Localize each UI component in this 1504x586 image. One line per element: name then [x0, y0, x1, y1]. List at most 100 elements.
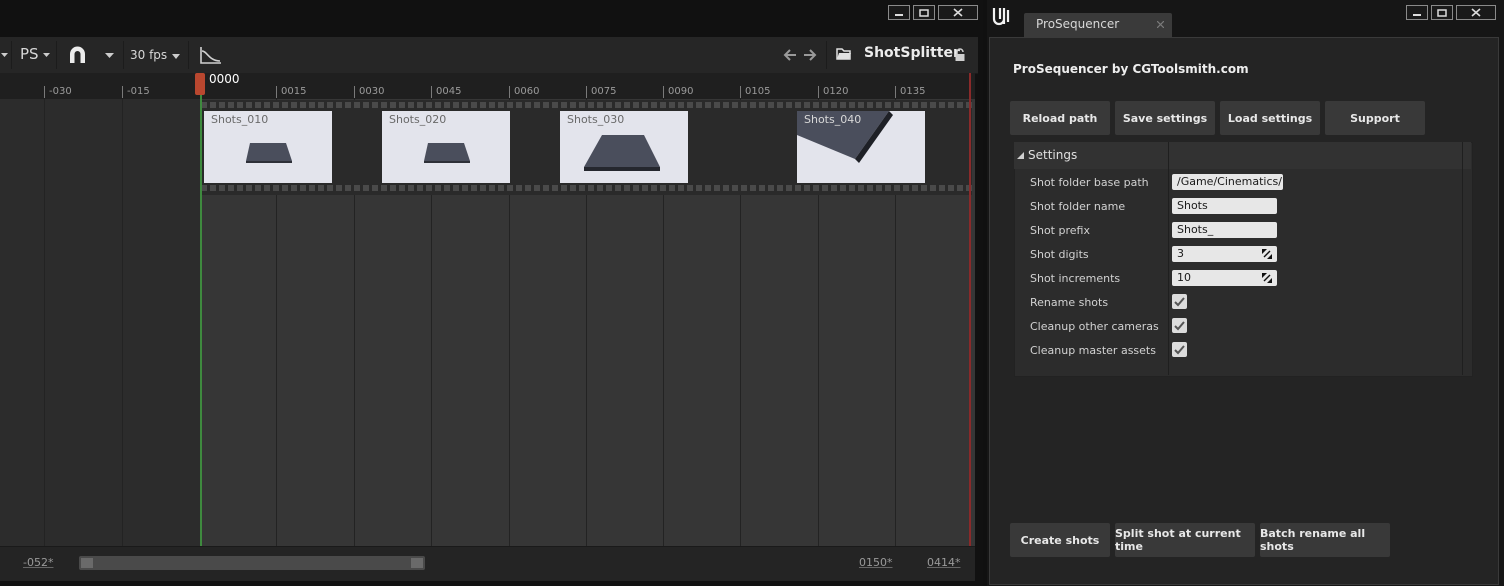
maximize-button[interactable] [1431, 5, 1453, 20]
close-button[interactable] [938, 5, 978, 20]
shot-label: Shots_010 [211, 113, 269, 126]
shot-label: Shots_020 [389, 113, 447, 126]
ruler-tick [431, 86, 432, 98]
shot-preview-image [424, 143, 470, 163]
timeline-scrollbar[interactable] [79, 556, 425, 570]
prosequencer-window-controls [1406, 5, 1496, 20]
back-arrow-icon[interactable] [783, 49, 797, 61]
ruler-tick [740, 86, 741, 98]
ruler-tick-label: -030 [49, 86, 72, 97]
shot-label: Shots_030 [567, 113, 625, 126]
increments-value: 10 [1177, 271, 1191, 284]
ruler-tick [44, 86, 45, 98]
shot-thumbnail[interactable]: Shots_030 [560, 111, 688, 183]
framerate-dropdown-arrow-icon[interactable] [172, 54, 180, 59]
playhead-handle[interactable] [195, 73, 205, 95]
playback-end-marker[interactable] [969, 73, 971, 546]
prop-label-folder-name: Shot folder name [1030, 200, 1126, 213]
maximize-icon [919, 8, 929, 17]
spin-drag-icon[interactable] [1262, 273, 1272, 283]
ruler-tick-label: 0015 [281, 86, 307, 97]
playback-range-end[interactable]: 0414* [927, 556, 961, 569]
base-path-field[interactable]: /Game/Cinematics/ [1172, 174, 1283, 190]
snap-dropdown-arrow-icon[interactable] [43, 53, 50, 58]
folder-name-field[interactable]: Shots [1172, 198, 1277, 214]
snap-mode-label[interactable]: PS [20, 45, 39, 63]
tab-close-icon[interactable] [1157, 21, 1164, 28]
lock-icon[interactable] [954, 48, 966, 62]
minimize-button[interactable] [1406, 5, 1428, 20]
column-divider[interactable] [1168, 142, 1169, 375]
magnet-snap-icon[interactable] [67, 45, 88, 65]
rename-shots-checkbox[interactable] [1172, 294, 1187, 309]
prefix-field[interactable]: Shots_ [1172, 222, 1277, 238]
ruler-tick [354, 86, 355, 98]
check-icon [1174, 297, 1185, 307]
digits-value: 3 [1177, 247, 1184, 260]
grid-line [122, 99, 123, 546]
check-icon [1174, 345, 1185, 355]
framerate-label[interactable]: 30 fps [130, 48, 167, 62]
minimize-icon [1413, 13, 1421, 16]
snap-options-arrow-icon[interactable] [105, 53, 114, 58]
minimize-button[interactable] [888, 5, 910, 20]
close-icon [953, 8, 963, 17]
shot-thumbnail[interactable]: Shots_010 [204, 111, 332, 183]
ruler-tick [895, 86, 896, 98]
grid-line [44, 99, 45, 546]
scrollbar-end-handle[interactable] [411, 558, 423, 568]
pre-range-region [0, 99, 201, 546]
film-perforation-top [201, 102, 972, 108]
check-icon [1174, 321, 1185, 331]
ruler-tick [663, 86, 664, 98]
ruler-tick-label: 0075 [591, 86, 617, 97]
load-settings-button[interactable]: Load settings [1220, 101, 1320, 135]
shot-preview-image [246, 143, 292, 163]
prop-label-increments: Shot increments [1030, 272, 1121, 285]
ruler-tick-label: 0105 [745, 86, 771, 97]
reload-path-button[interactable]: Reload path [1010, 101, 1110, 135]
film-perforation-bottom [201, 185, 972, 191]
curve-editor-icon[interactable] [199, 45, 222, 65]
create-shots-button[interactable]: Create shots [1010, 523, 1110, 557]
sequencer-window-controls [888, 5, 978, 20]
support-button[interactable]: Support [1325, 101, 1425, 135]
tab-label: ProSequencer [1036, 17, 1120, 31]
maximize-icon [1437, 8, 1447, 17]
maximize-button[interactable] [913, 5, 935, 20]
tab-prosequencer[interactable]: ProSequencer [1024, 13, 1172, 37]
shot-thumbnail[interactable]: Shots_020 [382, 111, 510, 183]
ruler-tick [509, 86, 510, 98]
close-button[interactable] [1456, 5, 1496, 20]
save-settings-button[interactable]: Save settings [1115, 101, 1215, 135]
spin-drag-icon[interactable] [1262, 249, 1272, 259]
cleanup-cameras-checkbox[interactable] [1172, 318, 1187, 333]
dropdown-arrow-icon[interactable] [1, 53, 8, 58]
folder-icon[interactable] [836, 47, 852, 61]
sequencer-toolbar: PS 30 fps ShotSplitter [0, 37, 978, 74]
ruler-tick [818, 86, 819, 98]
scrollbar-start-handle[interactable] [81, 558, 93, 568]
settings-title: Settings [1028, 148, 1078, 162]
split-shot-button[interactable]: Split shot at current time [1115, 523, 1255, 557]
ruler-tick [122, 86, 123, 98]
settings-category-header[interactable]: Settings [1014, 142, 1471, 169]
view-range-end[interactable]: 0150* [859, 556, 893, 569]
forward-arrow-icon[interactable] [803, 49, 817, 61]
minimize-icon [895, 13, 903, 16]
close-icon [1471, 8, 1481, 17]
plugin-header: ProSequencer by CGToolsmith.com [1013, 62, 1249, 76]
collapse-arrow-icon[interactable] [1017, 152, 1024, 159]
ruler-tick-label: 0120 [823, 86, 849, 97]
ruler-tick-label: 0060 [514, 86, 540, 97]
view-range-start[interactable]: -052* [23, 556, 53, 569]
ruler-tick-label: -015 [127, 86, 150, 97]
unreal-logo-icon [992, 8, 1010, 26]
batch-rename-button[interactable]: Batch rename all shots [1260, 523, 1390, 557]
ruler-tick-label: 0045 [436, 86, 462, 97]
ruler-tick-label: 0030 [359, 86, 385, 97]
cleanup-master-checkbox[interactable] [1172, 342, 1187, 357]
prop-label-digits: Shot digits [1030, 248, 1089, 261]
shot-thumbnail[interactable]: Shots_040 [797, 111, 925, 183]
shot-label: Shots_040 [804, 113, 862, 126]
